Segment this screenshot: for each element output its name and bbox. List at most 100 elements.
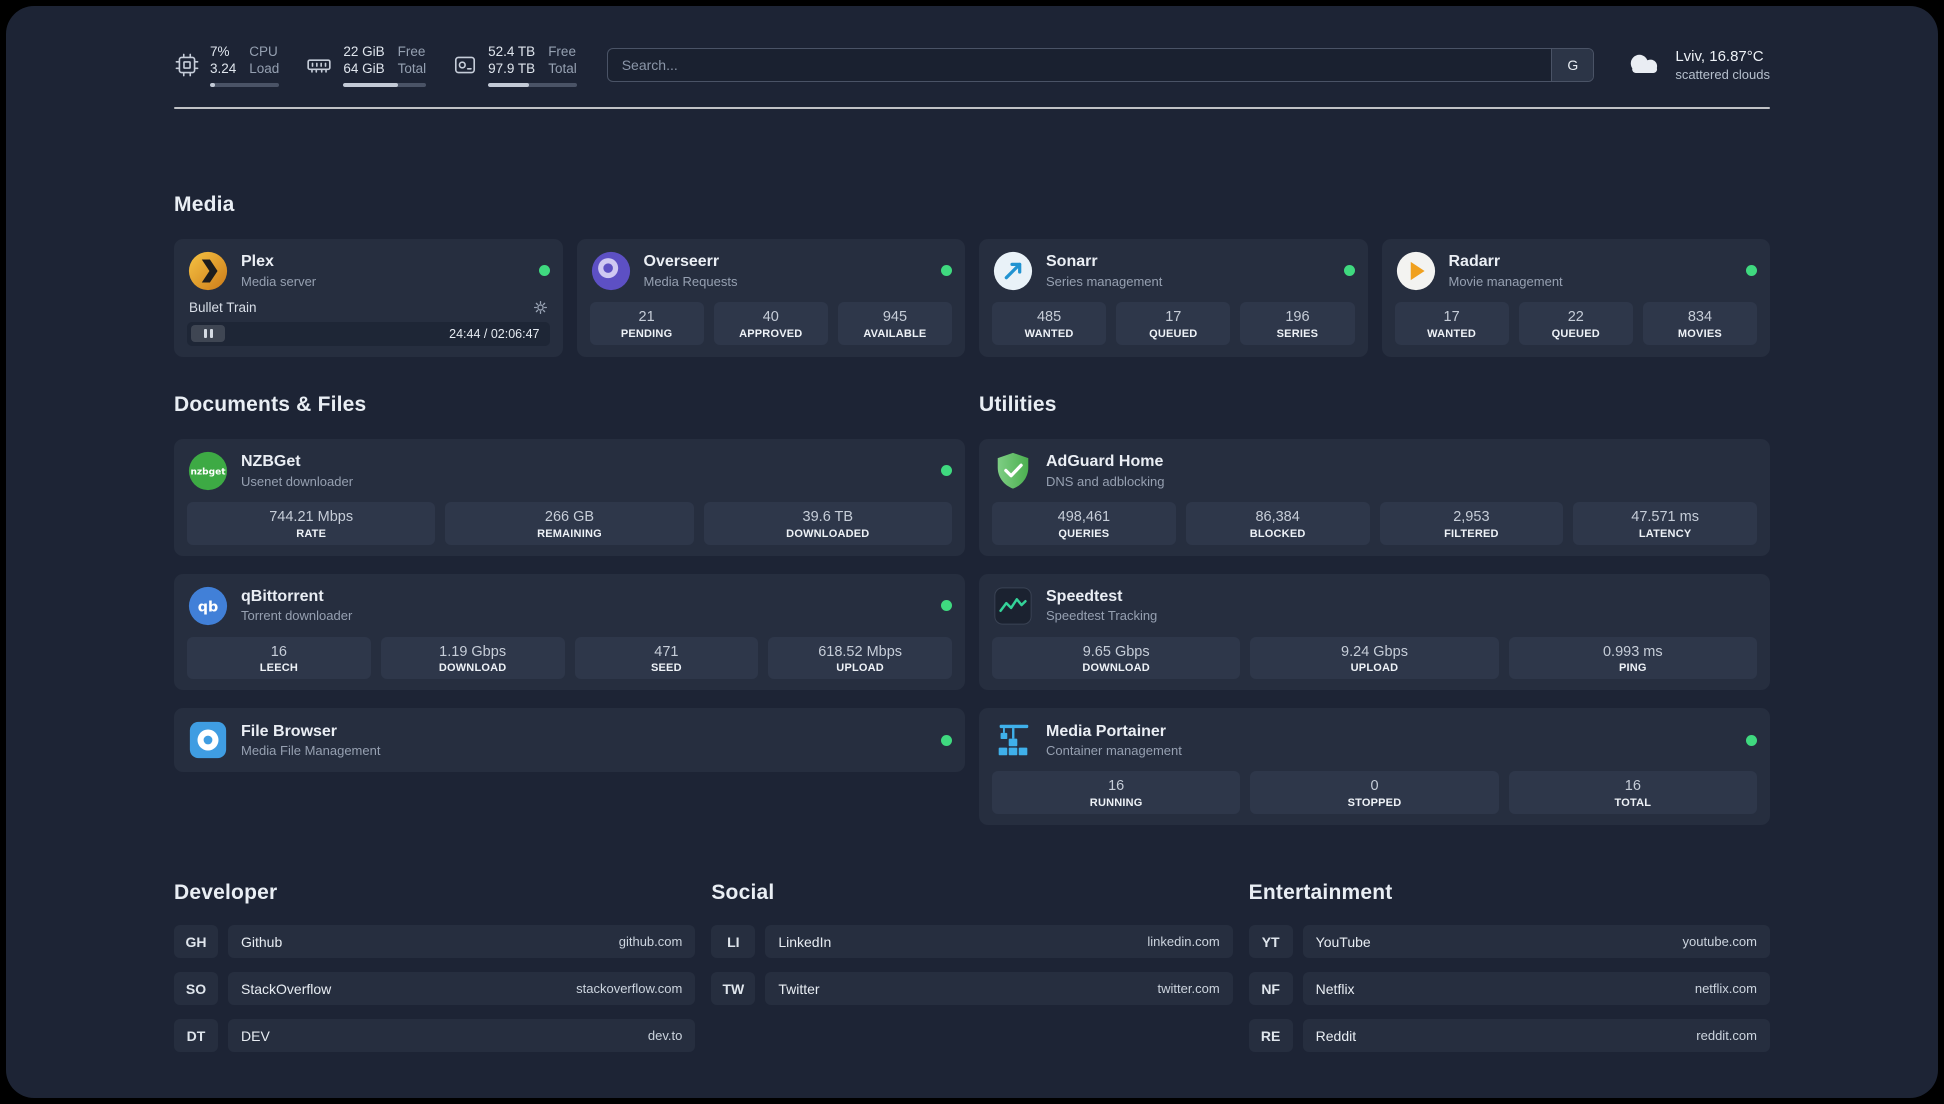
stat-label: TOTAL bbox=[1614, 797, 1652, 810]
status-dot bbox=[1746, 734, 1757, 746]
disk-total-value: 97.9 TB bbox=[488, 60, 536, 76]
stat-label: LEECH bbox=[259, 662, 299, 675]
stat-value: 0 bbox=[1370, 778, 1379, 795]
bookmark-abbr[interactable]: SO bbox=[174, 972, 218, 1006]
stat-label: APPROVED bbox=[739, 327, 803, 340]
playback-bar[interactable]: 24:44 / 02:06:47 bbox=[187, 321, 550, 346]
filebrowser-icon bbox=[187, 719, 229, 761]
bookmark-twitter: TW Twitter twitter.com bbox=[711, 972, 1233, 1006]
bookmark-link[interactable]: Twitter twitter.com bbox=[765, 972, 1233, 1006]
service-card-adguard[interactable]: AdGuard Home DNS and adblocking 498,461 … bbox=[979, 438, 1770, 556]
service-desc: Movie management bbox=[1448, 273, 1563, 289]
bookmarks: Developer GH Github github.com SO StackO… bbox=[174, 881, 1770, 1053]
bookmark-group-entertainment: Entertainment YT YouTube youtube.com NF … bbox=[1248, 881, 1770, 1053]
stat-label: REMAINING bbox=[537, 527, 602, 540]
bookmark-url: twitter.com bbox=[1157, 981, 1220, 997]
stat-box: 744.21 Mbps RATE bbox=[187, 501, 436, 545]
gear-icon[interactable] bbox=[533, 300, 548, 315]
bookmark-link[interactable]: Netflix netflix.com bbox=[1302, 972, 1770, 1006]
service-name: Media Portainer bbox=[1046, 723, 1167, 741]
stat-box: 618.52 Mbps UPLOAD bbox=[768, 636, 952, 680]
service-desc: Usenet downloader bbox=[241, 473, 354, 489]
ram-total-label: Total bbox=[397, 60, 427, 76]
search-bar: G bbox=[606, 48, 1595, 83]
service-name: Overseerr bbox=[643, 253, 720, 271]
service-desc: Media server bbox=[241, 273, 317, 289]
service-desc: Torrent downloader bbox=[241, 608, 353, 624]
bookmark-link[interactable]: LinkedIn linkedin.com bbox=[765, 925, 1233, 959]
bookmark-abbr[interactable]: NF bbox=[1248, 972, 1293, 1006]
bookmark-group-social: Social LI LinkedIn linkedin.com TW Twitt… bbox=[711, 881, 1233, 1052]
cloud-icon bbox=[1624, 48, 1664, 82]
stat-value: 196 bbox=[1285, 308, 1310, 325]
service-name: Sonarr bbox=[1046, 253, 1098, 271]
service-card-filebrowser[interactable]: File Browser Media File Management bbox=[174, 708, 965, 773]
service-card-nzbget[interactable]: nzbget NZBGet Usenet downloader 744.21 M… bbox=[174, 438, 965, 556]
bookmark-link[interactable]: YouTube youtube.com bbox=[1302, 925, 1770, 959]
service-card-speedtest[interactable]: Speedtest Speedtest Tracking 9.65 Gbps D… bbox=[979, 573, 1770, 691]
bookmark-group-title: Entertainment bbox=[1248, 881, 1393, 905]
bookmark-url: netflix.com bbox=[1694, 981, 1757, 997]
bookmark-abbr[interactable]: LI bbox=[711, 925, 756, 959]
stat-box: 39.6 TB DOWNLOADED bbox=[703, 501, 952, 545]
ram-free-value: 22 GiB bbox=[343, 44, 385, 59]
bookmark-link[interactable]: Github github.com bbox=[228, 925, 696, 959]
portainer-crane-icon bbox=[992, 719, 1034, 761]
service-card-portainer[interactable]: Media Portainer Container management 16 … bbox=[979, 708, 1770, 826]
bookmark-group-title: Developer bbox=[174, 881, 278, 905]
bookmark-link[interactable]: Reddit reddit.com bbox=[1302, 1019, 1770, 1053]
stat-box: 0.993 ms PING bbox=[1508, 636, 1757, 680]
disk-total-label: Total bbox=[548, 60, 577, 76]
sonarr-icon bbox=[992, 250, 1034, 292]
stat-label: DOWNLOAD bbox=[1082, 662, 1150, 675]
bookmark-netflix: NF Netflix netflix.com bbox=[1248, 972, 1770, 1006]
section-title-documents: Documents & Files bbox=[174, 392, 367, 416]
weather-condition: scattered clouds bbox=[1675, 66, 1770, 82]
stat-box: 17 WANTED bbox=[1394, 301, 1509, 345]
service-card-qbittorrent[interactable]: qb qBittorrent Torrent downloader 16 LEE… bbox=[174, 573, 965, 691]
stat-label: SERIES bbox=[1276, 327, 1319, 340]
hard-disk-icon bbox=[452, 52, 478, 78]
ram-free-label: Free bbox=[397, 44, 426, 59]
bookmark-abbr[interactable]: YT bbox=[1248, 925, 1293, 959]
stat-label: UPLOAD bbox=[1350, 662, 1399, 675]
bookmark-link[interactable]: StackOverflow stackoverflow.com bbox=[228, 972, 696, 1006]
weather-widget: Lviv, 16.87°C scattered clouds bbox=[1624, 47, 1770, 83]
service-name: Speedtest bbox=[1046, 588, 1123, 606]
cpu-load-value: 3.24 bbox=[210, 60, 237, 76]
stat-value: 22 bbox=[1567, 308, 1584, 325]
bookmark-name: StackOverflow bbox=[241, 980, 332, 997]
radarr-icon bbox=[1395, 250, 1437, 292]
bookmark-abbr[interactable]: TW bbox=[711, 972, 756, 1006]
bookmark-url: reddit.com bbox=[1696, 1028, 1757, 1044]
stat-value: 2,953 bbox=[1453, 508, 1490, 525]
weather-location: Lviv, 16.87°C bbox=[1675, 48, 1764, 66]
bookmark-abbr[interactable]: GH bbox=[174, 925, 218, 959]
bookmark-name: Netflix bbox=[1315, 980, 1355, 997]
stat-box: 16 LEECH bbox=[187, 636, 371, 680]
plex-now-playing: Bullet Train 24:44 / 02:06:47 bbox=[187, 300, 550, 346]
service-card-sonarr[interactable]: Sonarr Series management 485 WANTED 17 Q… bbox=[979, 238, 1368, 357]
disk-free-label: Free bbox=[548, 44, 576, 59]
pause-button[interactable] bbox=[191, 325, 225, 343]
search-input[interactable] bbox=[607, 49, 1552, 82]
bookmark-name: LinkedIn bbox=[778, 933, 832, 950]
service-card-radarr[interactable]: Radarr Movie management 17 WANTED 22 QUE… bbox=[1381, 238, 1770, 357]
stat-label: RUNNING bbox=[1089, 797, 1143, 810]
service-card-overseerr[interactable]: Overseerr Media Requests 21 PENDING 40 A… bbox=[576, 238, 965, 357]
stat-value: 744.21 Mbps bbox=[269, 508, 354, 525]
search-provider-button[interactable]: G bbox=[1551, 49, 1594, 82]
adguard-shield-icon bbox=[992, 450, 1034, 492]
bookmark-abbr[interactable]: DT bbox=[174, 1019, 218, 1053]
stat-label: QUEUED bbox=[1551, 327, 1600, 340]
bookmark-url: stackoverflow.com bbox=[576, 981, 683, 997]
bookmark-link[interactable]: DEV dev.to bbox=[228, 1019, 696, 1053]
bookmark-url: dev.to bbox=[647, 1028, 683, 1044]
stat-value: 16 bbox=[1624, 778, 1641, 795]
cpu-percent: 7% bbox=[210, 44, 230, 59]
stat-box: 2,953 FILTERED bbox=[1379, 501, 1564, 545]
cpu-usage-bar bbox=[210, 82, 280, 87]
bookmark-abbr[interactable]: RE bbox=[1248, 1019, 1293, 1053]
service-card-plex[interactable]: Plex Media server Bullet Train 24:44 / 0… bbox=[174, 238, 563, 357]
stat-box: 471 SEED bbox=[574, 636, 759, 680]
